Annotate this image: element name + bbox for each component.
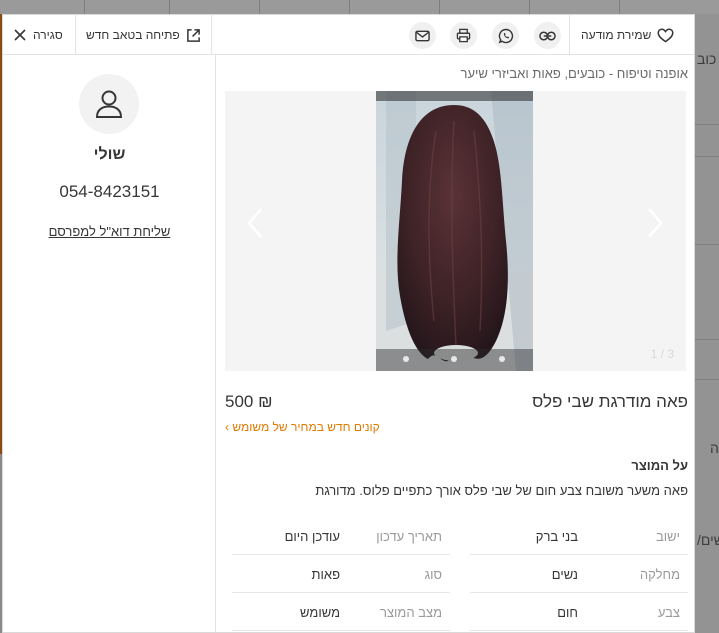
detail-row: מצב המוצר משומש [232, 593, 450, 631]
link-icon [539, 30, 556, 41]
gallery-counter: 1 / 3 [650, 347, 674, 361]
whatsapp-icon [498, 28, 513, 43]
chevron-left-icon[interactable] [243, 203, 267, 243]
about-heading: על המוצר [631, 458, 688, 473]
close-button[interactable]: סגירה [13, 15, 63, 55]
chevron-right-icon[interactable] [643, 203, 667, 243]
detail-value: חום [557, 605, 578, 620]
print-button[interactable] [450, 22, 477, 49]
close-label: סגירה [33, 28, 63, 42]
detail-row: מחלקה נשים [470, 555, 688, 593]
detail-row: סוג פאות [232, 555, 450, 593]
open-new-tab-button[interactable]: פתיחה בטאב חדש [86, 15, 201, 55]
contact-phone[interactable]: 054-8423151 [3, 182, 216, 202]
detail-key: ישוב [655, 529, 680, 544]
detail-row: ישוב בני ברק [470, 517, 688, 555]
save-ad-label: שמירת מודעה [581, 28, 652, 42]
detail-value: בני ברק [535, 529, 578, 544]
detail-value: נשים [551, 567, 578, 582]
detail-key: מצב המוצר [380, 605, 442, 620]
detail-value: עודכן היום [284, 529, 340, 544]
chevron-left-icon: ‹ [225, 420, 229, 434]
detail-row: תאריך עדכון עודכן היום [232, 517, 450, 555]
envelope-icon [415, 30, 430, 41]
heart-icon [657, 27, 674, 42]
buy-new-label: קונים חדש במחיר של משומש [232, 420, 380, 434]
avatar [79, 74, 139, 134]
ad-price: 500 ₪ [225, 392, 273, 411]
buy-new-link[interactable]: ‹ קונים חדש במחיר של משומש [225, 420, 380, 434]
open-new-tab-label: פתיחה בטאב חדש [86, 28, 180, 42]
wig-photo [376, 91, 533, 371]
save-ad-button[interactable]: שמירת מודעה [581, 15, 674, 55]
breadcrumb[interactable]: אופנה וטיפוח - כובעים, פאות ואביזרי שיער [461, 66, 688, 81]
detail-key: צבע [657, 605, 680, 620]
email-share-button[interactable] [409, 22, 436, 49]
user-icon [95, 90, 123, 118]
modal-toolbar: סגירה פתיחה בטאב חדש שמירת מודעה [3, 15, 694, 55]
image-gallery: 1 / 3 [225, 91, 686, 371]
email-advertiser-link[interactable]: שליחת דוא"ל למפרסם [3, 224, 216, 239]
printer-icon [456, 28, 471, 43]
detail-key: סוג [424, 567, 442, 582]
background-top-nav [0, 0, 719, 14]
ad-title: פאה מודרגת שבי פלס [532, 392, 688, 411]
background-text: כוב [697, 51, 717, 67]
detail-key: תאריך עדכון [376, 529, 442, 544]
detail-row: צבע חום [470, 593, 688, 631]
copy-link-button[interactable] [534, 22, 561, 49]
detail-key: מחלקה [639, 567, 680, 582]
detail-value: פאות [311, 567, 340, 582]
ad-modal: סגירה פתיחה בטאב חדש שמירת מודעה שולי 05… [2, 14, 695, 633]
contact-name: שולי [93, 146, 126, 163]
detail-value: משומש [300, 605, 340, 620]
close-icon [14, 29, 26, 41]
background-text: /שים [697, 532, 719, 548]
whatsapp-share-button[interactable] [492, 22, 519, 49]
background-text: ה [710, 440, 719, 456]
ad-content: אופנה וטיפוח - כובעים, פאות ואביזרי שיער [216, 55, 694, 632]
product-photo[interactable] [376, 91, 533, 371]
external-link-icon [186, 28, 200, 42]
about-text: פאה משער משובח צבע חום של שבי פלס אורך כ… [315, 483, 688, 498]
contact-panel: שולי 054-8423151 שליחת דוא"ל למפרסם [3, 55, 216, 632]
